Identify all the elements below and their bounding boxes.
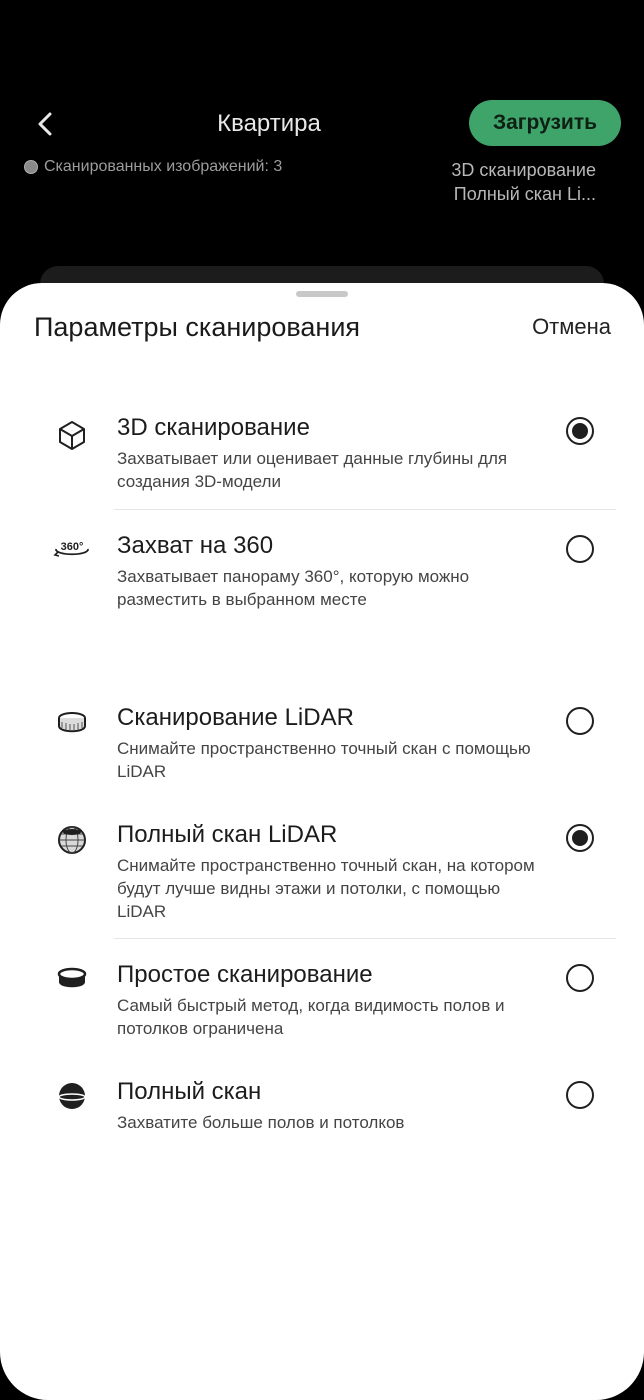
option-lidar-scan[interactable]: Сканирование LiDAR Снимайте пространстве… [0,701,644,791]
option-title: Захват на 360 [117,532,274,559]
radio-button[interactable] [566,964,594,992]
option-title: Сканирование LiDAR [117,704,354,731]
option-desc: Самый быстрый метод, когда видимость пол… [117,996,505,1038]
scan-mode-label: Полный скан Li... [453,184,596,204]
divider [114,938,616,939]
status-dot-icon [24,160,38,174]
top-bar: Квартира Загрузить Сканированных изображ… [0,0,644,306]
option-3d-scan[interactable]: 3D сканирование Захватывает или оценивае… [0,411,644,511]
scan-count: Сканированных изображений: 3 [24,158,282,176]
radio-button[interactable] [566,707,594,735]
option-360-capture[interactable]: 360° Захват на 360 Захватывает панораму … [0,529,644,619]
sheet-title: Параметры сканирования [34,312,361,342]
option-full-scan[interactable]: Полный скан Захватите больше полов и пот… [0,1075,644,1145]
radio-button[interactable] [566,1081,594,1109]
option-desc: Захватите больше полов и потолков [117,1113,405,1132]
sheet-handle[interactable] [296,291,348,297]
option-desc: Снимайте пространственно точный скан, на… [117,856,535,921]
scan-type-label: 3D сканирование [451,160,596,180]
page-title: Квартира [217,110,321,137]
radio-button[interactable] [566,824,594,852]
option-desc: Снимайте пространственно точный скан с п… [117,739,531,781]
option-title: Простое сканирование [117,961,373,988]
option-title: Полный скан [117,1078,262,1105]
radio-button[interactable] [566,535,594,563]
radio-button[interactable] [566,417,594,445]
lidar-sphere-icon [52,820,92,860]
lidar-ring-icon [52,703,92,743]
scan-options-sheet: Параметры сканирования Отмена 3D сканиро… [0,283,644,1400]
option-desc: Захватывает или оценивает данные глубины… [117,449,508,491]
upload-button[interactable]: Загрузить [469,100,621,146]
full-scan-icon [52,1075,92,1115]
option-simple-scan[interactable]: Простое сканирование Самый быстрый метод… [0,958,644,1048]
divider [114,509,616,510]
option-desc: Захватывает панораму 360°, которую можно… [117,567,470,609]
scan-count-text: Сканированных изображений: 3 [44,158,283,175]
radio-fill [572,423,588,439]
360-icon: 360° [52,531,92,571]
simple-scan-icon [52,958,92,998]
option-title: 3D сканирование [117,414,310,441]
cube-icon [52,415,92,455]
option-full-lidar-scan[interactable]: Полный скан LiDAR Снимайте пространствен… [0,818,644,938]
option-title: Полный скан LiDAR [117,821,338,848]
svg-text:360°: 360° [61,541,84,553]
cancel-button[interactable]: Отмена [532,314,611,340]
radio-fill [572,830,588,846]
